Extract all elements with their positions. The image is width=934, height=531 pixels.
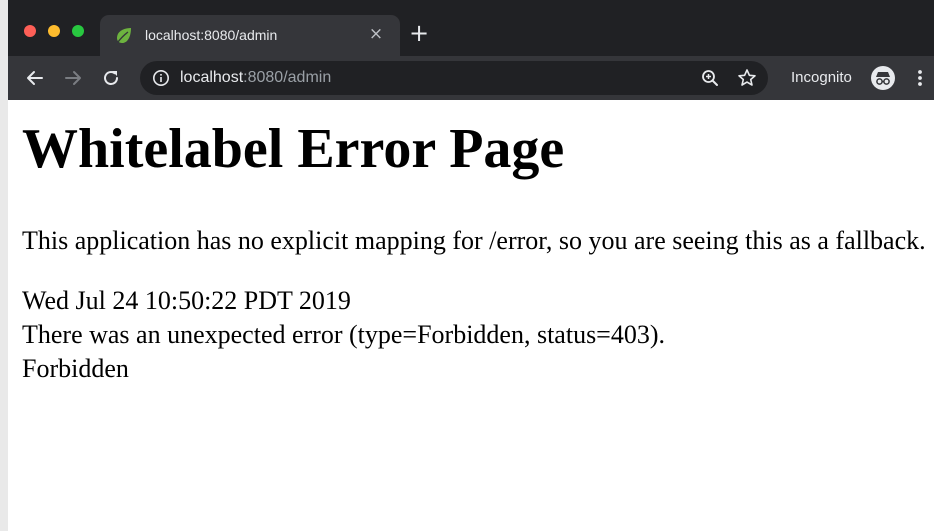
url-host: localhost (180, 69, 244, 86)
back-arrow-icon[interactable] (22, 65, 48, 91)
error-reason: Forbidden (22, 354, 129, 383)
new-tab-button[interactable]: + (408, 21, 430, 45)
close-icon[interactable]: × (366, 24, 386, 44)
minimize-window-button[interactable] (48, 25, 60, 37)
page-content: Whitelabel Error Page This application h… (22, 100, 934, 386)
bookmark-star-icon[interactable] (736, 67, 758, 89)
error-status-line: There was an unexpected error (type=Forb… (22, 320, 666, 349)
incognito-label[interactable]: Incognito (791, 69, 852, 86)
info-icon[interactable] (152, 69, 170, 87)
url-text: localhost:8080/admin (180, 69, 331, 87)
forward-arrow-icon[interactable] (60, 65, 86, 91)
page-title: Whitelabel Error Page (22, 118, 565, 180)
reload-icon[interactable] (98, 65, 124, 91)
zoom-icon[interactable] (700, 68, 720, 88)
toolbar: localhost:8080/admin Incognito (8, 56, 934, 100)
maximize-window-button[interactable] (72, 25, 84, 37)
tab-title: localhost:8080/admin (145, 27, 278, 43)
spring-leaf-icon (114, 26, 134, 46)
error-timestamp: Wed Jul 24 10:50:22 PDT 2019 (22, 286, 351, 315)
more-menu-icon[interactable] (910, 68, 930, 88)
tab-strip: localhost:8080/admin × + (8, 0, 934, 56)
url-path: :8080/admin (243, 69, 332, 86)
address-bar[interactable]: localhost:8080/admin (140, 61, 768, 95)
incognito-icon[interactable] (870, 65, 896, 91)
error-details: Wed Jul 24 10:50:22 PDT 2019 There was a… (22, 284, 934, 386)
close-window-button[interactable] (24, 25, 36, 37)
error-message: This application has no explicit mapping… (22, 226, 926, 255)
browser-window: localhost:8080/admin × + localhost:8080/… (0, 0, 934, 531)
tab-active[interactable]: localhost:8080/admin × (100, 15, 400, 56)
